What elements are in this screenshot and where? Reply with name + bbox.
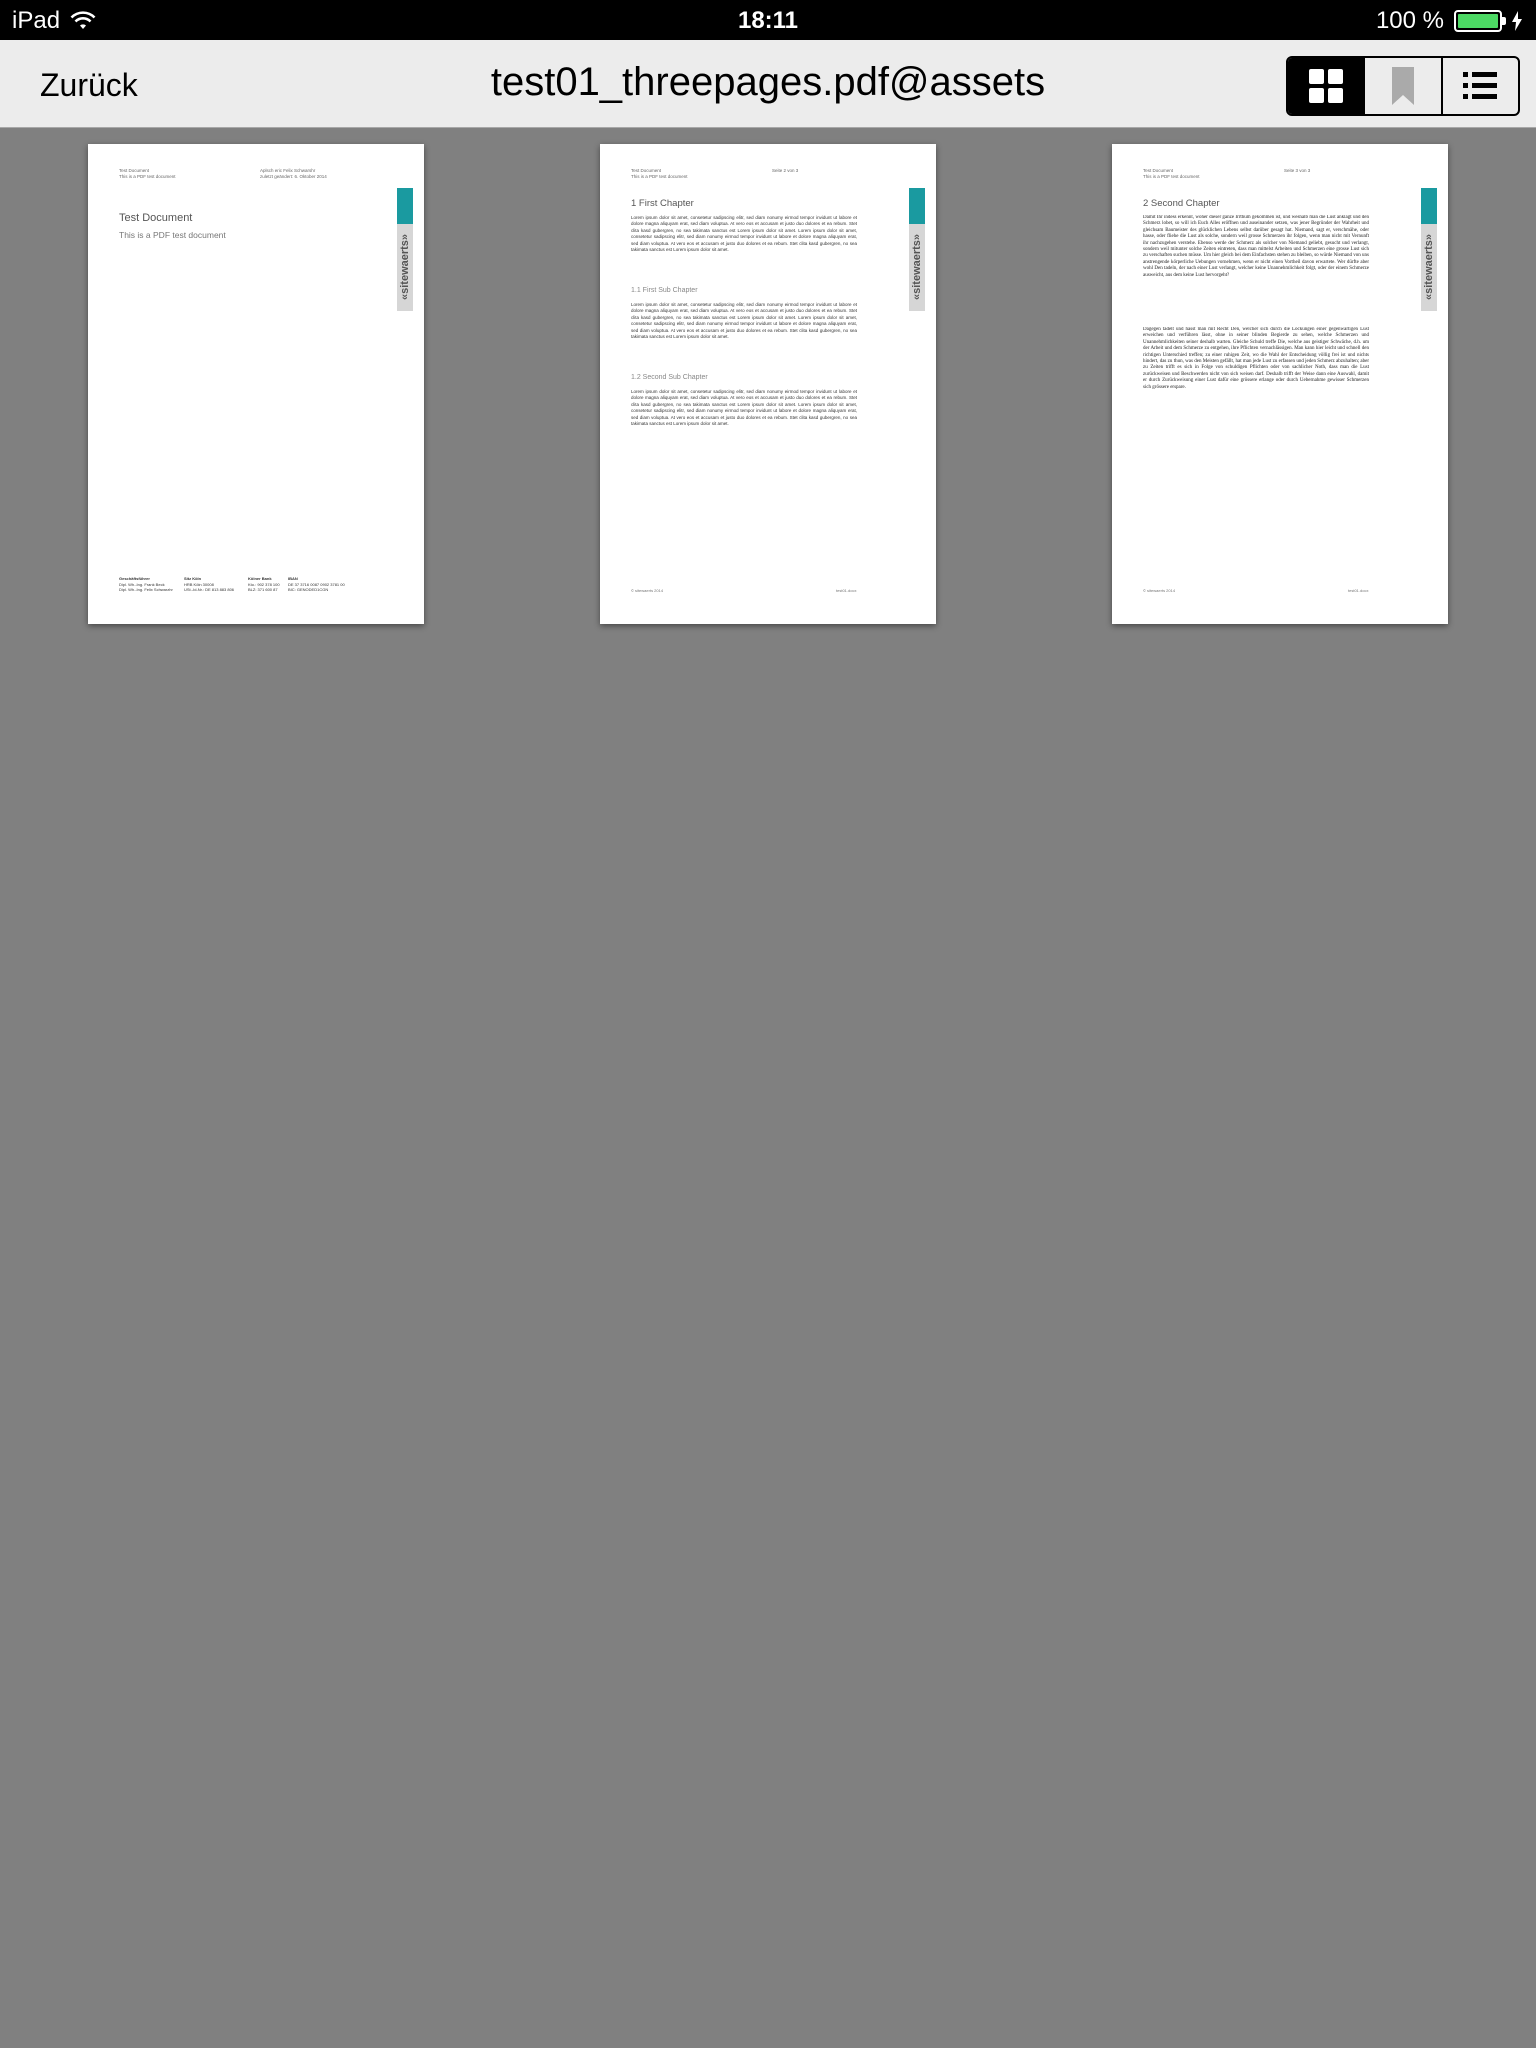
chapter-heading: 2 Second Chapter bbox=[1143, 198, 1220, 209]
doc-title: Test Document bbox=[119, 212, 193, 224]
brand-logo: «sitewaerts» bbox=[397, 188, 413, 311]
header-line: Seite 3 von 3 bbox=[1284, 168, 1311, 173]
grid-icon bbox=[1308, 69, 1343, 103]
header-line: This is a PDF test document bbox=[631, 174, 688, 179]
page-footer-right: test01.docx bbox=[836, 588, 857, 593]
page-header-right: Seite 3 von 3 bbox=[1284, 168, 1310, 174]
header-line: Seite 2 von 3 bbox=[772, 168, 799, 173]
paragraph: Lorem ipsum dolor sit amet, consetetur s… bbox=[631, 302, 857, 340]
outline-view-button[interactable] bbox=[1440, 58, 1518, 114]
sub-chapter-heading: 1.1 First Sub Chapter bbox=[631, 287, 698, 294]
imprint-block: Sitz Köln HRB Köln 30008 USt.-Id-Nr.: DE 8… bbox=[184, 576, 235, 592]
status-time: 18:11 bbox=[737, 7, 799, 34]
back-button[interactable]: Zurück bbox=[40, 67, 138, 104]
imprint-block: IBAN DE 37 3716 0087 0902 3781 00 BIC: GEN… bbox=[288, 576, 345, 592]
brand-logo: «sitewaerts» bbox=[1421, 188, 1437, 311]
paragraph: Lorem ipsum dolor sit amet, consetetur s… bbox=[631, 215, 857, 253]
header-line: zuletzt geändert: 6. Oktober 2014 bbox=[260, 174, 327, 179]
header-line: This is a PDF test document bbox=[1143, 174, 1200, 179]
imprint-block: Kölner Bank Kto.: 902 378 100 BLZ: 371 600… bbox=[248, 576, 280, 592]
chapter-heading: 1 First Chapter bbox=[631, 198, 694, 209]
page-header-left: Test Document This is a PDF test documen… bbox=[119, 168, 176, 180]
status-right: 100 % bbox=[1376, 7, 1522, 35]
page-thumbnail-2[interactable]: Test Document This is a PDF test documen… bbox=[600, 144, 936, 624]
battery-icon bbox=[1454, 10, 1506, 32]
page-footer-right: test01.docx bbox=[1348, 588, 1369, 593]
page-footer-left: © sitewaerts 2014 bbox=[1143, 588, 1176, 593]
doc-subtitle: This is a PDF test document bbox=[119, 230, 226, 240]
page-thumbnail-3[interactable]: Test Document This is a PDF test documen… bbox=[1112, 144, 1448, 624]
page-footer-left: © sitewaerts 2014 bbox=[631, 588, 664, 593]
page-header-right: Seite 2 von 3 bbox=[772, 168, 798, 174]
bookmark-icon bbox=[1391, 67, 1414, 105]
list-icon bbox=[1463, 72, 1498, 99]
imprint-block: Geschäftsführer Dipl. Wh.-Ing. Frank Beck… bbox=[119, 576, 173, 592]
thumbnail-view-button[interactable] bbox=[1288, 58, 1364, 114]
page-thumbnail-1[interactable]: Test Document This is a PDF test documen… bbox=[88, 144, 424, 624]
paragraph: Dagegen tadelt und hasst man mit Recht D… bbox=[1143, 327, 1369, 390]
page-header-right: Aplsch eric Felix Schwarshr zuletzt geän… bbox=[260, 168, 327, 180]
paragraph: Damit Ihr indess erkennt, woher dieser g… bbox=[1143, 215, 1369, 278]
battery-level bbox=[1458, 14, 1498, 28]
bookmarks-view-button[interactable] bbox=[1363, 58, 1440, 114]
page-header-left: Test Document This is a PDF test documen… bbox=[631, 168, 688, 180]
header-line: This is a PDF test document bbox=[119, 174, 176, 179]
navigation-bar: Zurück test01_threepages.pdf@assets bbox=[0, 40, 1536, 128]
page-header-left: Test Document This is a PDF test documen… bbox=[1143, 168, 1200, 180]
brand-logo: «sitewaerts» bbox=[909, 188, 925, 311]
sub-chapter-heading: 1.2 Second Sub Chapter bbox=[631, 374, 708, 381]
battery-percentage: 100 % bbox=[1375, 7, 1444, 34]
status-bar: iPad 18:11 100 % bbox=[0, 0, 1536, 40]
view-mode-segmented-control bbox=[1286, 56, 1520, 116]
paragraph: Lorem ipsum dolor sit amet, consetetur s… bbox=[631, 389, 857, 427]
charging-icon bbox=[1512, 11, 1522, 31]
